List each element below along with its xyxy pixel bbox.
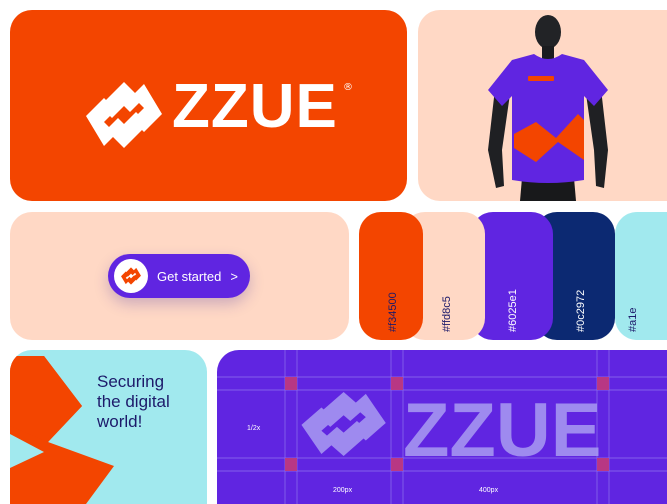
- brand-wordmark: ZZUE: [172, 72, 338, 141]
- button-demo-card: Get started >: [10, 212, 349, 340]
- grid-label-200px: 200px: [333, 487, 353, 494]
- tagline-line-2: the digital: [97, 392, 170, 411]
- registered-mark: ®: [343, 82, 353, 93]
- swatch-hex-cyan: #a1e: [627, 307, 639, 332]
- swatch-red-orange: #f34500: [359, 212, 423, 340]
- color-palette: #a1e #0c2972 #6025e1 #ffd8c5 #f34500: [359, 212, 667, 340]
- grid-label-ratio: 1/2x: [247, 425, 261, 432]
- swatch-hex-navy: #0c2972: [575, 289, 587, 332]
- logo-grid-card: ZZUE 1/2x 200px 400px: [217, 350, 667, 504]
- construction-grid: ZZUE 1/2x 200px 400px: [217, 350, 667, 504]
- swatch-hex-orange: #f34500: [387, 292, 399, 332]
- get-started-label: Get started: [157, 268, 222, 284]
- swatch-hex-violet: #6025e1: [507, 289, 519, 332]
- grid-wordmark: ZZUE: [403, 388, 601, 473]
- chevron-right-icon: >: [230, 268, 238, 284]
- tshirt-mannequin-image: [488, 15, 608, 201]
- tagline-text: Securing the digital world!: [97, 372, 207, 432]
- tagline-line-3: world!: [97, 412, 143, 431]
- zzue-logo-mark-icon: [86, 82, 162, 148]
- swatch-orange: #a1e: [615, 212, 667, 340]
- tshirt-mockup-card: [418, 10, 667, 201]
- tagline-line-1: Securing: [97, 372, 165, 391]
- grid-label-400px: 400px: [479, 487, 499, 494]
- get-started-button[interactable]: Get started >: [108, 254, 250, 298]
- swatch-hex-peach: #ffd8c5: [441, 296, 453, 332]
- tagline-card: Securing the digital world!: [10, 350, 207, 504]
- logo-card: ZZUE ®: [10, 10, 407, 201]
- button-logo-icon: [114, 259, 148, 293]
- zzue-mini-logo-icon: [121, 267, 141, 285]
